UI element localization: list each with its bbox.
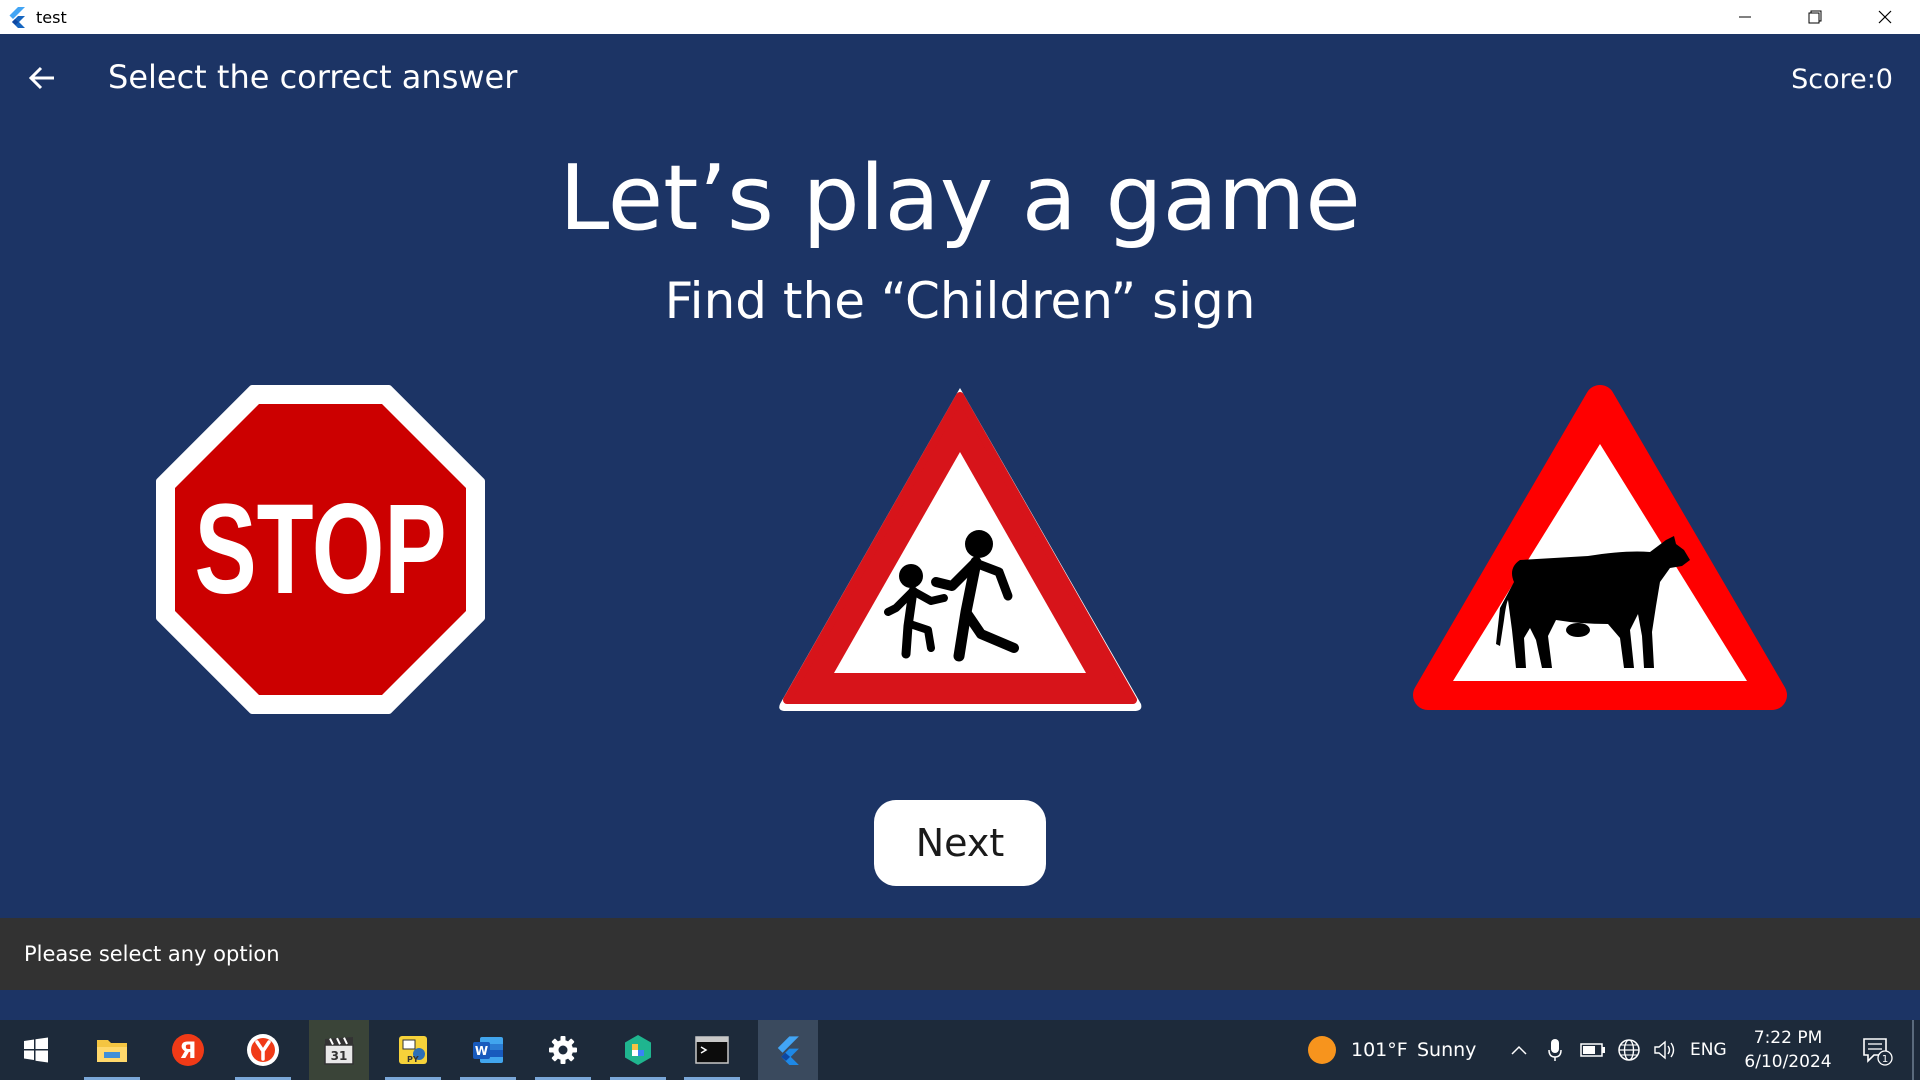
restore-icon: [1808, 10, 1822, 24]
score-display: Score:0: [1791, 64, 1893, 95]
hexagon-app-icon: [625, 1035, 651, 1065]
flutter-icon: [777, 1036, 799, 1065]
window-controls: [1710, 0, 1920, 34]
input-language-button[interactable]: ENG: [1686, 1020, 1732, 1080]
taskbar-terminal[interactable]: [682, 1020, 742, 1080]
stop-sign-icon: STOP: [156, 385, 485, 714]
battery-icon: [1580, 1043, 1605, 1057]
terminal-icon: [695, 1036, 729, 1064]
taskbar-yandex[interactable]: Я: [158, 1020, 218, 1080]
option-stop-sign[interactable]: STOP: [155, 384, 486, 715]
option-cattle-sign[interactable]: [1412, 384, 1788, 715]
close-button[interactable]: [1850, 0, 1920, 34]
word-icon: W: [473, 1037, 503, 1063]
taskbar-word[interactable]: W: [458, 1020, 518, 1080]
microphone-icon: [1548, 1039, 1562, 1061]
windows-taskbar: Я 31 PY W 101°F Sunny ENG 7:22 PM 6/10/2…: [0, 1020, 1920, 1080]
minimize-icon: [1739, 16, 1751, 18]
show-desktop-divider: [1912, 1020, 1914, 1080]
taskbar-settings[interactable]: [533, 1020, 593, 1080]
taskbar-file-explorer[interactable]: [82, 1020, 142, 1080]
taskbar-python-app[interactable]: PY: [383, 1020, 443, 1080]
arrow-back-icon: [28, 66, 54, 90]
svg-text:PY: PY: [407, 1055, 419, 1064]
yandex-icon: Я: [172, 1034, 204, 1066]
notification-icon: 1: [1863, 1038, 1893, 1066]
clock-button[interactable]: 7:22 PM 6/10/2024: [1738, 1020, 1838, 1080]
chevron-up-icon: [1511, 1045, 1527, 1055]
volume-tray-button[interactable]: [1648, 1020, 1682, 1080]
next-button[interactable]: Next: [874, 800, 1046, 886]
taskbar-media-app[interactable]: 31: [309, 1020, 369, 1080]
clock-date: 6/10/2024: [1744, 1052, 1832, 1072]
weather-temperature: 101°F: [1351, 1039, 1408, 1061]
clapperboard-icon: 31: [324, 1037, 354, 1065]
flutter-logo-icon: [9, 7, 25, 28]
window-title: test: [36, 7, 67, 27]
globe-icon: [1618, 1039, 1640, 1061]
weather-widget[interactable]: 101°F Sunny: [1290, 1020, 1490, 1080]
taskbar-flutter[interactable]: [758, 1020, 818, 1080]
battery-tray-button[interactable]: [1576, 1020, 1610, 1080]
notification-center-button[interactable]: 1: [1852, 1020, 1902, 1080]
start-button[interactable]: [6, 1020, 66, 1080]
weather-condition: Sunny: [1417, 1039, 1477, 1061]
speaker-icon: [1654, 1040, 1675, 1060]
page-title: Select the correct answer: [108, 58, 518, 96]
svg-text:Я: Я: [180, 1039, 197, 1064]
network-tray-button[interactable]: [1612, 1020, 1646, 1080]
python-app-icon: PY: [399, 1036, 427, 1064]
game-prompt: Find the “Children” sign: [664, 272, 1256, 330]
yandex-browser-icon: [247, 1034, 279, 1066]
input-language: ENG: [1690, 1040, 1727, 1060]
windows-start-icon: [24, 1037, 48, 1063]
clock-time: 7:22 PM: [1753, 1028, 1823, 1048]
snackbar-message: Please select any option: [24, 942, 280, 966]
snackbar: Please select any option: [0, 918, 1920, 990]
back-button[interactable]: [24, 60, 60, 96]
window-titlebar: test: [0, 0, 1920, 34]
children-crossing-sign-icon: [779, 388, 1142, 711]
game-heading: Let’s play a game: [559, 146, 1361, 251]
svg-text:W: W: [475, 1044, 488, 1058]
stop-sign-text: STOP: [195, 478, 447, 621]
taskbar-yandex-browser[interactable]: [233, 1020, 293, 1080]
show-hidden-icons-button[interactable]: [1504, 1020, 1534, 1080]
gear-icon: [549, 1036, 577, 1064]
svg-text:31: 31: [331, 1049, 348, 1063]
restore-button[interactable]: [1780, 0, 1850, 34]
sun-icon: [1308, 1036, 1336, 1064]
option-children-sign[interactable]: [776, 386, 1144, 713]
app-bar: Select the correct answer Score:0: [0, 34, 1920, 120]
notification-count: 1: [1882, 1054, 1888, 1065]
minimize-button[interactable]: [1710, 0, 1780, 34]
close-icon: [1878, 10, 1892, 24]
taskbar-app[interactable]: [608, 1020, 668, 1080]
folder-icon: [97, 1040, 127, 1062]
clock: 7:22 PM 6/10/2024: [1738, 1026, 1838, 1074]
cattle-crossing-sign-icon: [1413, 385, 1787, 710]
microphone-tray-button[interactable]: [1540, 1020, 1570, 1080]
